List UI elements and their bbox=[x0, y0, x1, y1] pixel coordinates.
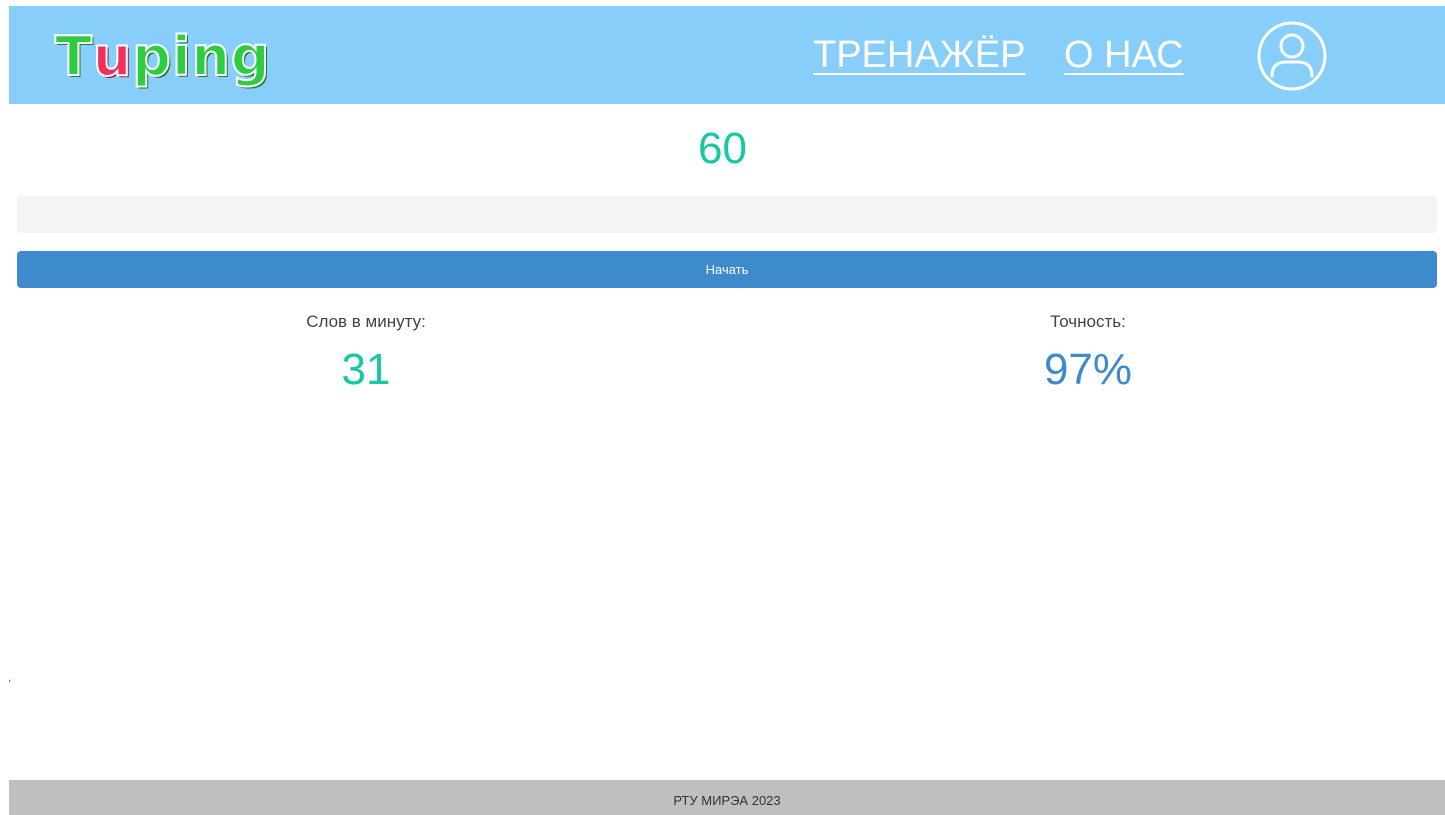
accuracy-value: 97% bbox=[1043, 345, 1133, 394]
page: Tu ping ТРЕНАЖЁР О НАС 60 Начать Слов в м… bbox=[0, 0, 1445, 815]
countdown-timer: 60 bbox=[698, 124, 747, 173]
wpm-label: Слов в минуту: bbox=[306, 312, 426, 331]
logo-letters-ping: ping bbox=[131, 24, 271, 89]
nav-link-about[interactable]: О НАС bbox=[1064, 34, 1184, 77]
logo[interactable]: Tu ping bbox=[54, 16, 271, 96]
wpm-stat: Слов в минуту: 31 bbox=[216, 310, 516, 396]
left-edge-strip bbox=[0, 0, 9, 815]
typing-input[interactable] bbox=[17, 196, 1437, 233]
nav-link-trainer[interactable]: ТРЕНАЖЁР bbox=[813, 34, 1026, 77]
start-button[interactable]: Начать bbox=[17, 251, 1437, 288]
user-circle-icon[interactable] bbox=[1256, 20, 1328, 92]
stray-comma: , bbox=[8, 670, 12, 684]
footer-text: РТУ МИРЭА 2023 bbox=[673, 793, 781, 808]
site-footer: РТУ МИРЭА 2023 bbox=[9, 780, 1445, 815]
accuracy-label: Точность: bbox=[1050, 312, 1126, 331]
accuracy-stat: Точность: 97% bbox=[938, 310, 1238, 396]
wpm-value: 31 bbox=[341, 345, 391, 394]
site-header: Tu ping ТРЕНАЖЁР О НАС bbox=[9, 6, 1445, 104]
logo-letter-t: T bbox=[54, 24, 93, 89]
logo-letter-u: u bbox=[92, 24, 133, 89]
